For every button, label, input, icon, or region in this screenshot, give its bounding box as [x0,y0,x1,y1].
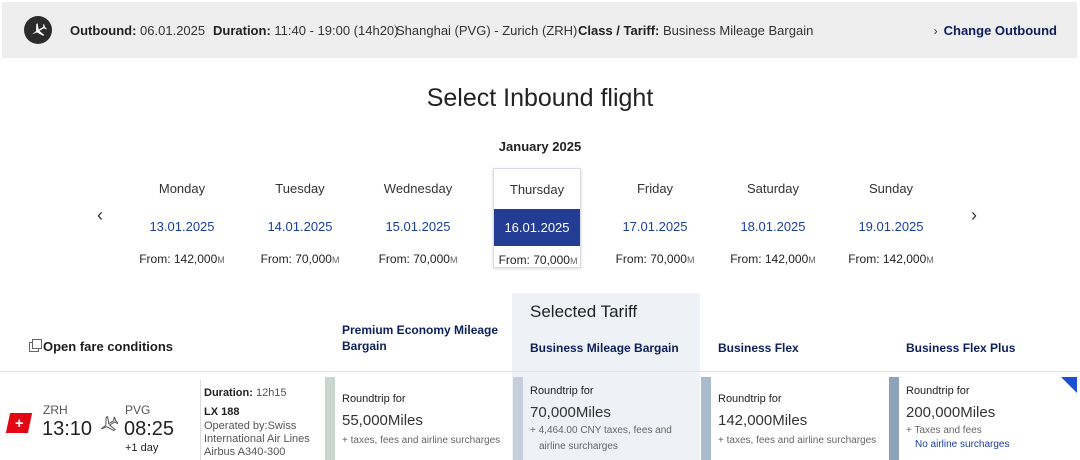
outbound-class: Class / Tariff: Business Mileage Bargain [578,23,814,38]
tariff-premium-header: Premium Economy Mileage Bargain [342,323,499,353]
day-from-price: From: 70,000M [498,253,578,267]
price-cell-business-flex[interactable]: Roundtrip for 142,000Miles + taxes, fees… [718,393,876,449]
outbound-summary-bar: Outbound: 06.01.2025 Duration: 11:40 - 1… [2,2,1077,58]
price-miles: 200,000Miles [906,404,996,421]
price-taxes: + taxes, fees and airline surcharges [342,435,501,446]
day-date: 18.01.2025 [740,219,806,234]
next-week-arrow[interactable]: › [971,205,977,226]
day-date: 15.01.2025 [385,219,451,234]
roundtrip-label: Roundtrip for [342,393,406,405]
plane-icon [98,414,119,439]
price-miles: 55,000Miles [342,412,423,429]
date-option-saturday[interactable]: Saturday 18.01.2025 From: 142,000M [729,168,817,268]
day-from-price: From: 70,000M [260,252,340,266]
day-name: Saturday [746,181,800,196]
day-date: 19.01.2025 [858,219,924,234]
price-miles: 142,000Miles [718,412,808,429]
date-option-thursday[interactable]: Thursday 16.01.2025 From: 70,000M [493,168,581,268]
chevron-right-icon: › [933,23,938,38]
miles-symbol: M [808,255,816,265]
outbound-duration: Duration: 11:40 - 19:00 (14h20) [213,23,399,38]
change-outbound-link[interactable]: › Change Outbound [934,23,1057,38]
day-date: 17.01.2025 [622,219,688,234]
prev-week-arrow[interactable]: ‹ [97,205,103,226]
external-window-icon [29,338,42,352]
swiss-logo: + [5,413,33,433]
day-name: Tuesday [275,181,325,196]
day-name: Wednesday [383,181,453,196]
fare-conditions-label: Open fare conditions [43,339,174,354]
change-outbound-label: Change Outbound [943,23,1057,38]
tariff-business-flex-header: Business Flex [718,341,799,355]
day-from-price: From: 142,000M [730,252,816,266]
departure-time: 13:10 [42,418,93,440]
day-name: Monday [158,181,206,196]
roundtrip-label: Roundtrip for [530,385,594,397]
flight-duration: Duration: 12h15 [204,387,287,399]
price-taxes: + taxes, fees and airline surcharges [718,435,877,446]
business-flex-plus-price-bar [889,377,899,460]
roundtrip-label: Roundtrip for [718,393,782,405]
day-date: 13.01.2025 [149,219,215,234]
arrival-time: 08:25 [124,418,175,440]
table-divider [0,371,1080,372]
date-option-tuesday[interactable]: Tuesday 14.01.2025 From: 70,000M [256,168,344,268]
tariff-business-bargain-header: Business Mileage Bargain [530,341,679,355]
day-from-price: From: 70,000M [615,252,695,266]
business-flex-price-bar [701,377,711,460]
corner-badge-icon [1061,377,1077,393]
price-cell-business-bargain[interactable]: Roundtrip for 70,000Miles + 4,464.00 CNY… [530,385,672,455]
miles-symbol: M [569,256,578,266]
premium-price-bar [325,377,335,460]
outbound-route: Shanghai (PVG) - Zurich (ZRH) [396,23,578,38]
departure-airport: ZRH [43,403,68,417]
price-cell-premium[interactable]: Roundtrip for 55,000Miles + taxes, fees … [342,393,500,449]
day-from-price: From: 70,000M [378,252,458,266]
miles-symbol: M [686,255,695,265]
day-name: Friday [636,181,674,196]
miles-symbol: M [449,255,458,265]
day-from-price: From: 142,000M [848,252,934,266]
price-cell-business-flex-plus[interactable]: Roundtrip for 200,000Miles + Taxes and f… [906,385,1010,450]
miles-symbol: M [217,255,225,265]
date-option-sunday[interactable]: Sunday 19.01.2025 From: 142,000M [847,168,935,268]
day-date: 16.01.2025 [494,209,580,246]
price-miles: 70,000Miles [530,404,611,421]
roundtrip-label: Roundtrip for [906,385,970,397]
business-bargain-price-bar [513,377,523,460]
operated-by: Operated by:Swiss [204,420,297,432]
month-label: January 2025 [498,139,582,154]
date-option-friday[interactable]: Friday 17.01.2025 From: 70,000M [611,168,699,268]
price-taxes-line2: airline surcharges [539,441,618,452]
page-title: Select Inbound flight [426,84,654,112]
price-taxes: + 4,464.00 CNY taxes, fees and [530,425,672,436]
flight-details-divider [200,380,201,460]
date-option-wednesday[interactable]: Wednesday 15.01.2025 From: 70,000M [374,168,462,268]
plus-day-indicator: +1 day [125,442,159,454]
date-option-monday[interactable]: Monday 13.01.2025 From: 142,000M [138,168,226,268]
outbound-date: Outbound: 06.01.2025 [70,23,206,38]
arrival-airport: PVG [125,403,151,417]
plane-icon [24,16,52,44]
price-taxes: + Taxes and fees [906,425,982,436]
flight-number[interactable]: LX 188 [204,406,239,419]
aircraft-type: Airbus A340-300 [204,446,286,458]
day-name: Thursday [509,182,565,197]
tariff-business-flex-plus-header: Business Flex Plus [906,341,1016,355]
selected-tariff-label: Selected Tariff [530,302,638,321]
miles-symbol: M [331,255,340,265]
no-airline-surcharges-note: No airline surcharges [915,439,1010,450]
miles-symbol: M [926,255,934,265]
day-date: 14.01.2025 [267,219,333,234]
open-fare-conditions-link[interactable]: Open fare conditions [29,338,174,354]
day-from-price: From: 142,000M [139,252,225,266]
day-name: Sunday [868,181,914,196]
operated-by-line2: International Air Lines [204,433,310,445]
